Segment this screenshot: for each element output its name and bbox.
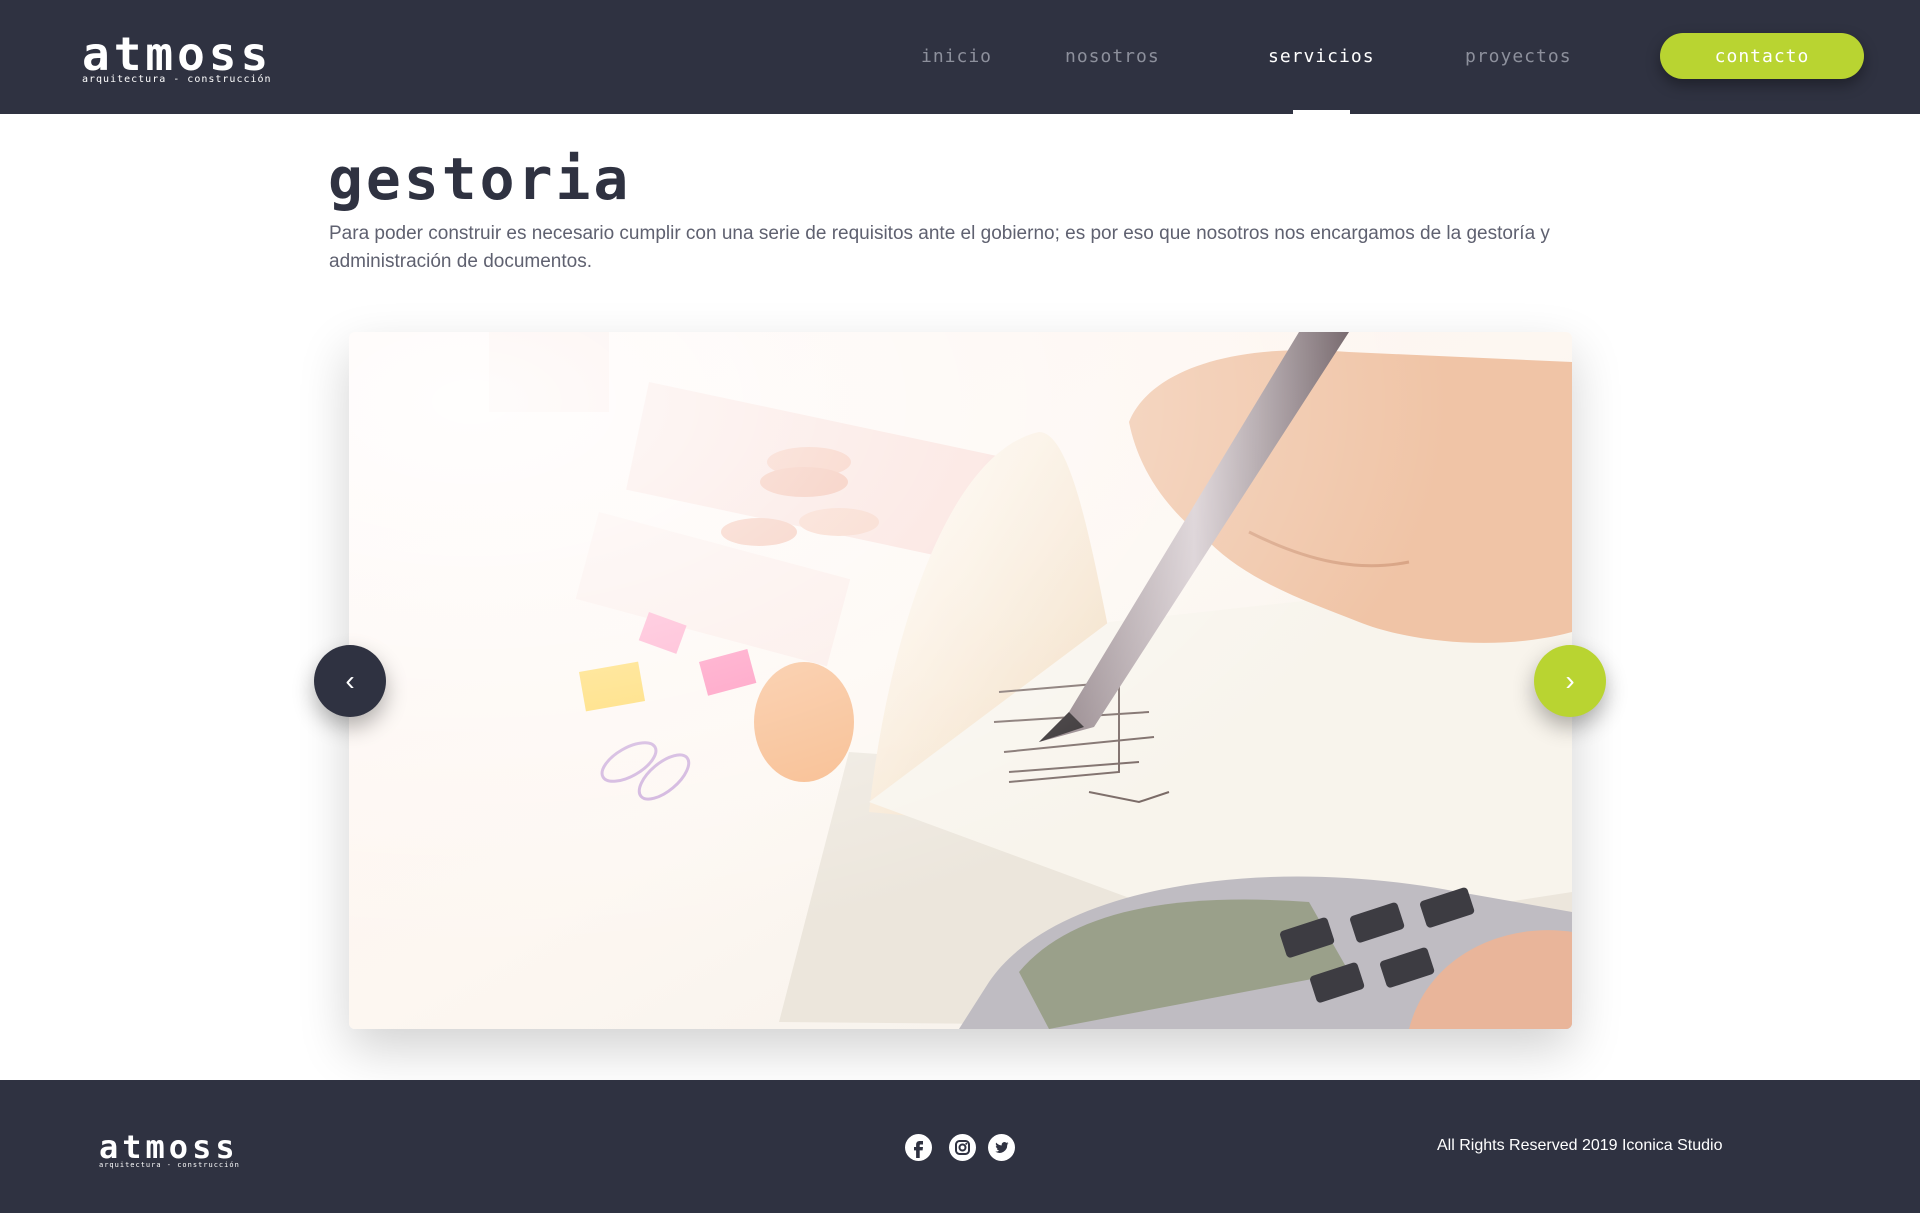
carousel-prev-button[interactable]: ‹ [314, 645, 386, 717]
twitter-link[interactable] [988, 1134, 1015, 1161]
section-description: Para poder construir es necesario cumpli… [329, 223, 1550, 272]
facebook-link[interactable] [905, 1134, 932, 1161]
footer-tagline: arquitectura - construcción [99, 1161, 240, 1169]
image-carousel[interactable] [349, 332, 1572, 1029]
brand-wordmark: atmoss [82, 27, 273, 81]
carousel-photo [349, 332, 1572, 1029]
footer-logo[interactable]: atmoss arquitectura - construcción [99, 1131, 240, 1169]
contact-button[interactable]: contacto [1660, 33, 1864, 79]
brand-tagline: arquitectura - construcción [82, 74, 272, 85]
nav-item-inicio[interactable]: inicio [921, 46, 992, 67]
facebook-icon [914, 1141, 923, 1158]
instagram-link[interactable] [949, 1134, 976, 1161]
carousel-next-button[interactable]: › [1534, 645, 1606, 717]
instagram-icon [955, 1140, 970, 1155]
footer-wordmark: atmoss [99, 1128, 239, 1166]
brand-logo[interactable]: atmoss arquitectura - construcción [82, 31, 272, 85]
nav-item-nosotros[interactable]: nosotros [1065, 46, 1160, 67]
page-title: gestoria [328, 145, 632, 213]
nav-item-servicios[interactable]: servicios [1268, 46, 1375, 67]
nav-active-indicator [1293, 110, 1350, 114]
twitter-icon [995, 1142, 1009, 1153]
site-footer: atmoss arquitectura - construcción All R… [0, 1080, 1920, 1213]
chevron-left-icon: ‹ [345, 665, 355, 696]
chevron-right-icon: › [1565, 665, 1575, 696]
nav-item-proyectos[interactable]: proyectos [1465, 46, 1572, 67]
site-header: atmoss arquitectura - construcción inici… [0, 0, 1920, 114]
copyright-text: All Rights Reserved 2019 Iconica Studio [1437, 1137, 1723, 1154]
